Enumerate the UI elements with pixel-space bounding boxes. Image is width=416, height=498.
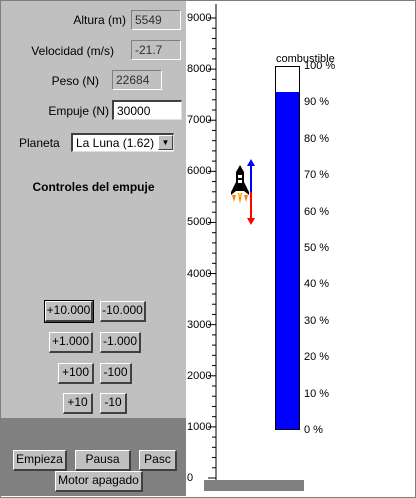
plus-10-button[interactable]: +10	[63, 393, 93, 414]
fuel-gauge-label: 0 %	[304, 424, 323, 436]
empuje-input[interactable]: 30000	[112, 100, 182, 120]
velocidad-label: Velocidad (m/s)	[31, 44, 114, 58]
altura-field: 5549	[131, 10, 181, 30]
altitude-tick-label: 1000	[187, 420, 212, 433]
motor-button[interactable]: Motor apagado	[55, 471, 143, 492]
altitude-ticks	[208, 17, 216, 479]
altitude-tick-label: 3000	[187, 318, 212, 331]
velocidad-field: -21.7	[131, 40, 181, 60]
plus-100-button[interactable]: +100	[58, 363, 94, 384]
pause-button[interactable]: Pausa	[75, 450, 131, 471]
altitude-tick-label: 0	[187, 472, 194, 484]
empuje-label: Empuje (N)	[48, 104, 109, 118]
fuel-gauge-label: 60 %	[304, 205, 330, 218]
fuel-gauge-label: 10 %	[304, 387, 330, 400]
planeta-label: Planeta	[19, 136, 60, 150]
minus-10000-button[interactable]: -10.000	[100, 301, 146, 322]
fuel-gauge-label: 20 %	[304, 351, 330, 364]
altitude-tick-label: 7000	[187, 114, 212, 127]
planeta-select[interactable]: La Luna (1.62) ▼	[71, 133, 174, 152]
peso-label: Peso (N)	[51, 74, 99, 88]
fuel-gauge	[275, 66, 300, 430]
altitude-tick-label: 5000	[187, 216, 212, 229]
altura-label: Altura (m)	[73, 13, 126, 27]
altitude-tick-label: 8000	[187, 63, 212, 76]
altitude-axis	[208, 4, 217, 480]
fuel-gauge-label: 40 %	[304, 278, 330, 291]
fuel-gauge-label: 100 %	[304, 60, 336, 72]
altitude-tick-label: 4000	[187, 267, 212, 280]
control-panel: Altura (m) 5549 Velocidad (m/s) -21.7 Pe…	[1, 1, 186, 419]
fuel-gauge-label: 70 %	[304, 169, 330, 182]
chevron-down-icon[interactable]: ▼	[158, 135, 173, 150]
plus-1000-button[interactable]: +1.000	[49, 332, 93, 353]
fuel-gauge-label: 80 %	[304, 132, 330, 145]
plus-10000-button[interactable]: +10.000	[44, 300, 94, 323]
force-arrows	[247, 159, 255, 225]
fuel-gauge-label: 90 %	[304, 96, 330, 109]
altitude-tick-label: 9000	[187, 12, 212, 24]
minus-10-button[interactable]: -10	[100, 393, 127, 414]
altitude-tick-label: 6000	[187, 165, 212, 178]
step-button[interactable]: Pasc	[139, 450, 177, 471]
minus-100-button[interactable]: -100	[100, 363, 132, 384]
planeta-selected-value: La Luna (1.62)	[76, 136, 155, 150]
fuel-gauge-fill	[276, 92, 299, 429]
controles-title: Controles del empuje	[32, 180, 155, 194]
ground-bar	[204, 480, 304, 491]
fuel-gauge-label: 50 %	[304, 242, 330, 254]
minus-1000-button[interactable]: -1.000	[100, 332, 141, 353]
fuel-gauge-label: 30 %	[304, 314, 330, 327]
altitude-tick-label: 2000	[187, 369, 212, 382]
action-bar: Empieza Pausa Pasc Motor apagado	[1, 418, 186, 496]
start-button[interactable]: Empieza	[13, 450, 67, 471]
peso-field: 22684	[112, 70, 162, 90]
